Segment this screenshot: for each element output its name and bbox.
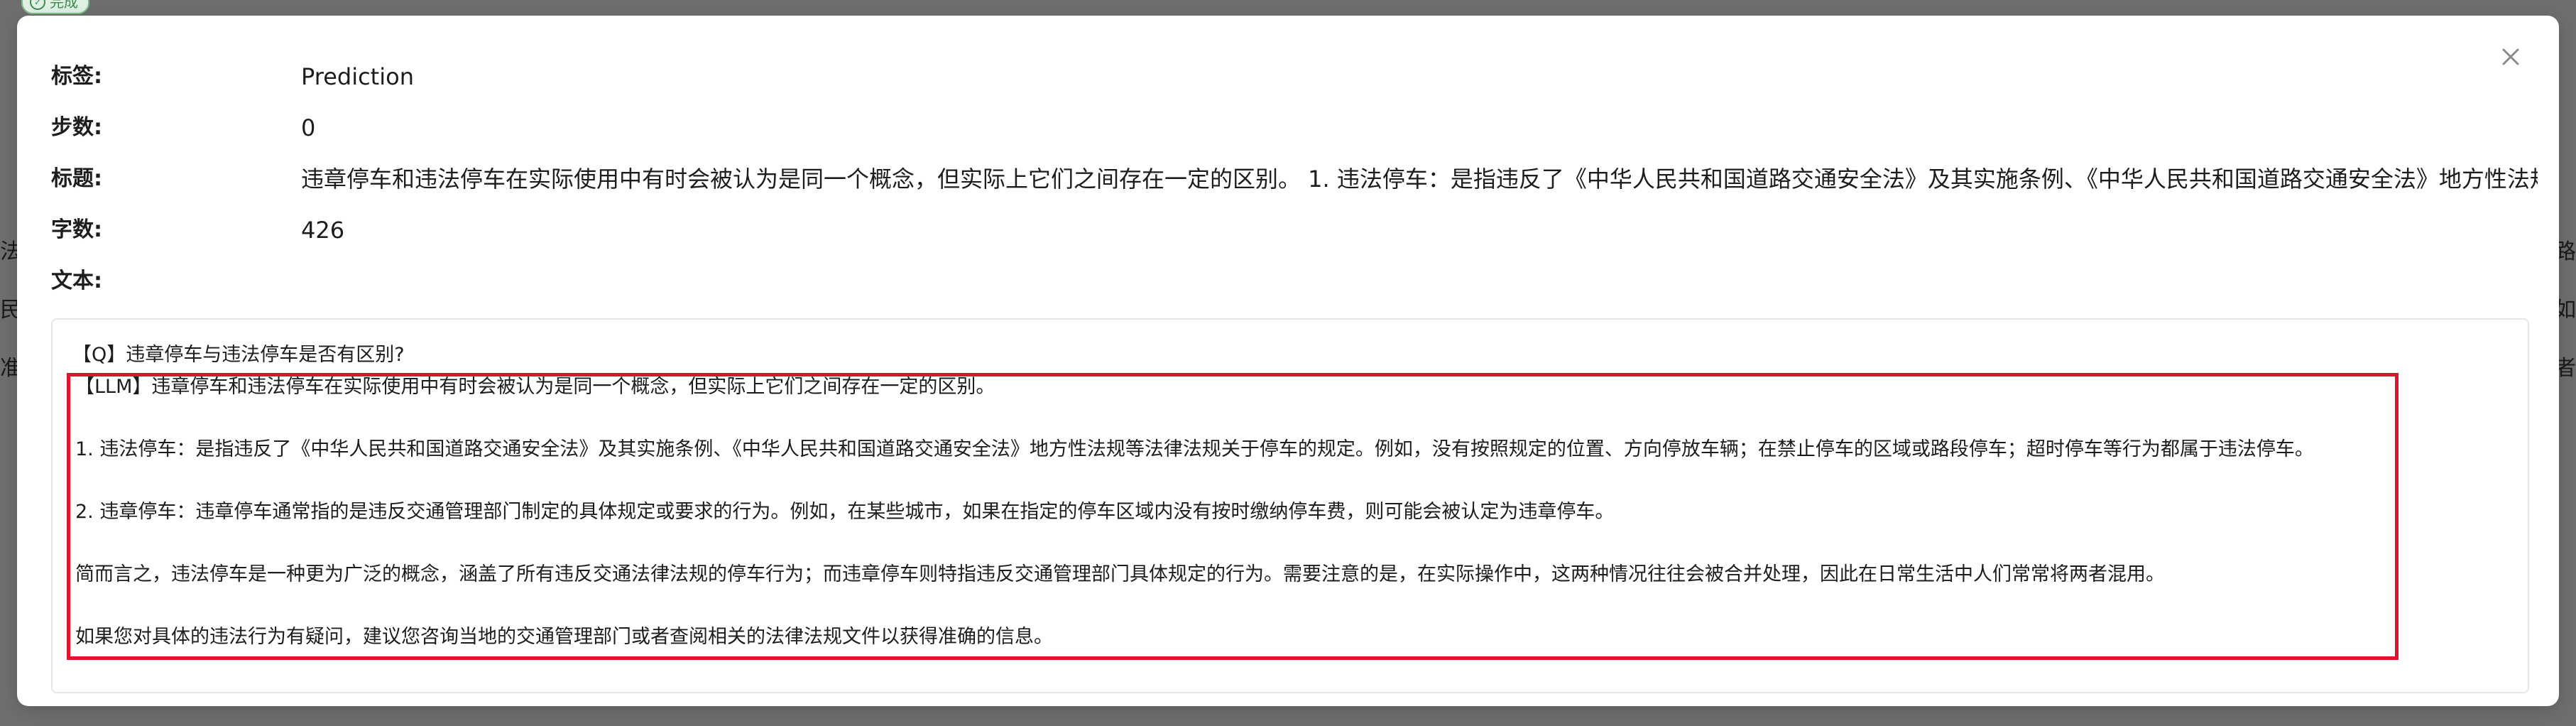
- step-value: 0: [301, 114, 316, 141]
- question-text: 【Q】违章停车与违法停车是否有区别?: [72, 344, 405, 366]
- step-label: 步数:: [51, 115, 102, 140]
- title-label: 标题:: [51, 166, 102, 191]
- tag-label: 标签:: [51, 64, 102, 89]
- check-icon: ✓: [30, 0, 45, 10]
- close-icon: [2502, 48, 2519, 65]
- count-label: 字数:: [51, 217, 102, 242]
- title-value: 违章停车和违法停车在实际使用中有时会被认为是同一个概念，但实际上它们之间存在一定…: [301, 166, 2538, 193]
- status-badge: ✓ 完成: [21, 0, 89, 14]
- text-label: 文本:: [51, 269, 102, 293]
- detail-modal: 标签: Prediction 步数: 0 标题: 违章停车和违法停车在实际使用中…: [17, 16, 2559, 706]
- close-button[interactable]: [2496, 43, 2525, 71]
- status-label: 完成: [50, 0, 78, 11]
- count-value: 426: [301, 217, 345, 244]
- highlight-box: [67, 373, 2398, 660]
- tag-value: Prediction: [301, 63, 414, 90]
